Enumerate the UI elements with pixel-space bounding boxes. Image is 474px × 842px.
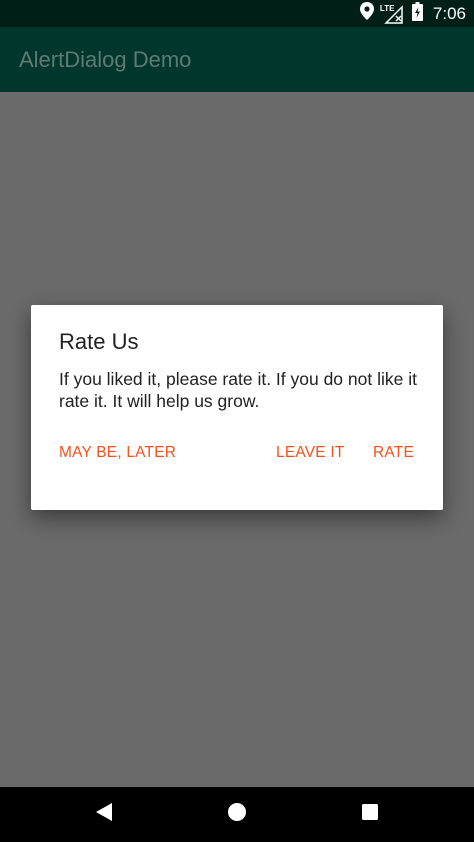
back-button[interactable]	[74, 787, 134, 842]
navigation-bar	[0, 787, 474, 842]
dialog-title: Rate Us	[59, 329, 139, 354]
status-time: 7:06	[432, 3, 466, 23]
recents-icon	[361, 803, 379, 826]
rate-button[interactable]: RATE	[373, 443, 414, 463]
back-icon	[95, 802, 113, 827]
maybe-later-button[interactable]: MAY BE, LATER	[59, 443, 176, 463]
rate-us-dialog: Rate Us If you liked it, please rate it.…	[31, 305, 443, 510]
status-icons: LTE 7:06	[359, 0, 466, 27]
battery-charging-icon	[411, 1, 423, 26]
home-button[interactable]	[207, 787, 267, 842]
leave-it-button[interactable]: LEAVE IT	[276, 443, 345, 463]
lte-signal-icon: LTE	[380, 4, 406, 24]
app-bar: AlertDialog Demo	[0, 27, 474, 92]
dialog-message: If you liked it, please rate it. If you …	[59, 369, 417, 411]
location-icon	[359, 2, 374, 25]
home-icon	[227, 802, 247, 827]
status-bar: LTE 7:06	[0, 0, 474, 27]
recents-button[interactable]	[340, 787, 400, 842]
app-title: AlertDialog Demo	[19, 47, 192, 72]
